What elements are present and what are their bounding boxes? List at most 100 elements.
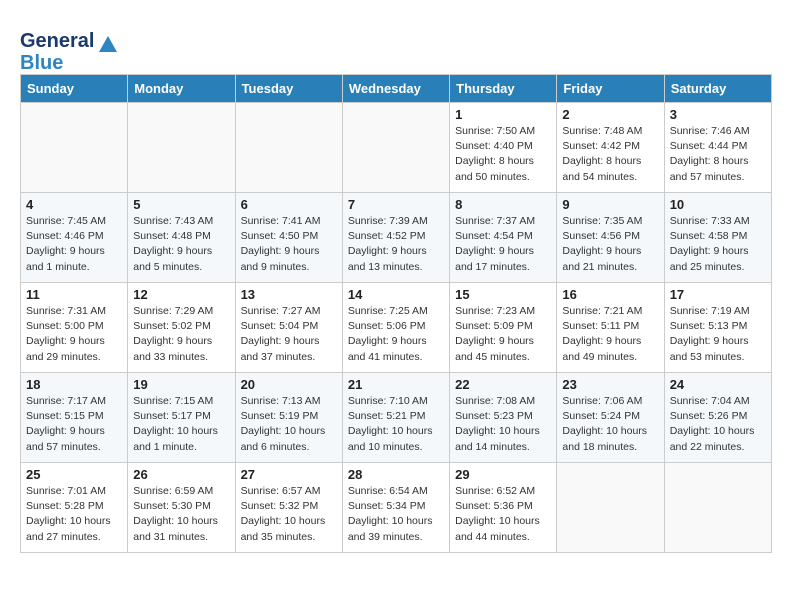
day-number: 25 [26, 467, 122, 482]
day-info: Sunrise: 6:54 AM Sunset: 5:34 PM Dayligh… [348, 484, 444, 545]
day-info: Sunrise: 7:25 AM Sunset: 5:06 PM Dayligh… [348, 304, 444, 365]
day-info: Sunrise: 7:50 AM Sunset: 4:40 PM Dayligh… [455, 124, 551, 185]
calendar-cell: 26 Sunrise: 6:59 AM Sunset: 5:30 PM Dayli… [128, 463, 235, 553]
day-info: Sunrise: 7:33 AM Sunset: 4:58 PM Dayligh… [670, 214, 766, 275]
calendar-cell [235, 103, 342, 193]
day-number: 19 [133, 377, 229, 392]
logo: General Blue [20, 30, 119, 74]
day-number: 26 [133, 467, 229, 482]
calendar-cell: 20 Sunrise: 7:13 AM Sunset: 5:19 PM Dayli… [235, 373, 342, 463]
day-info: Sunrise: 6:57 AM Sunset: 5:32 PM Dayligh… [241, 484, 337, 545]
day-number: 17 [670, 287, 766, 302]
calendar-cell: 19 Sunrise: 7:15 AM Sunset: 5:17 PM Dayli… [128, 373, 235, 463]
calendar-cell [557, 463, 664, 553]
day-info: Sunrise: 6:59 AM Sunset: 5:30 PM Dayligh… [133, 484, 229, 545]
calendar-cell [128, 103, 235, 193]
day-number: 12 [133, 287, 229, 302]
header-sunday: Sunday [21, 75, 128, 103]
calendar-cell: 5 Sunrise: 7:43 AM Sunset: 4:48 PM Daylig… [128, 193, 235, 283]
day-info: Sunrise: 7:06 AM Sunset: 5:24 PM Dayligh… [562, 394, 658, 455]
day-info: Sunrise: 7:35 AM Sunset: 4:56 PM Dayligh… [562, 214, 658, 275]
calendar-cell [21, 103, 128, 193]
logo-icon [97, 34, 119, 61]
day-number: 11 [26, 287, 122, 302]
day-number: 18 [26, 377, 122, 392]
calendar-cell: 24 Sunrise: 7:04 AM Sunset: 5:26 PM Dayli… [664, 373, 771, 463]
calendar-cell: 13 Sunrise: 7:27 AM Sunset: 5:04 PM Dayli… [235, 283, 342, 373]
calendar-cell: 4 Sunrise: 7:45 AM Sunset: 4:46 PM Daylig… [21, 193, 128, 283]
day-number: 29 [455, 467, 551, 482]
day-info: Sunrise: 7:04 AM Sunset: 5:26 PM Dayligh… [670, 394, 766, 455]
calendar-header-row: SundayMondayTuesdayWednesdayThursdayFrid… [21, 75, 772, 103]
calendar-week-row: 11 Sunrise: 7:31 AM Sunset: 5:00 PM Dayli… [21, 283, 772, 373]
calendar-cell: 12 Sunrise: 7:29 AM Sunset: 5:02 PM Dayli… [128, 283, 235, 373]
day-info: Sunrise: 7:39 AM Sunset: 4:52 PM Dayligh… [348, 214, 444, 275]
day-number: 14 [348, 287, 444, 302]
calendar-cell: 14 Sunrise: 7:25 AM Sunset: 5:06 PM Dayli… [342, 283, 449, 373]
day-info: Sunrise: 7:45 AM Sunset: 4:46 PM Dayligh… [26, 214, 122, 275]
calendar-cell: 25 Sunrise: 7:01 AM Sunset: 5:28 PM Dayli… [21, 463, 128, 553]
day-number: 28 [348, 467, 444, 482]
header-saturday: Saturday [664, 75, 771, 103]
day-info: Sunrise: 7:41 AM Sunset: 4:50 PM Dayligh… [241, 214, 337, 275]
calendar-cell: 22 Sunrise: 7:08 AM Sunset: 5:23 PM Dayli… [450, 373, 557, 463]
day-number: 16 [562, 287, 658, 302]
day-info: Sunrise: 7:13 AM Sunset: 5:19 PM Dayligh… [241, 394, 337, 455]
calendar-table: SundayMondayTuesdayWednesdayThursdayFrid… [20, 74, 772, 553]
header-wednesday: Wednesday [342, 75, 449, 103]
calendar-cell: 16Sunrise: 7:21 AM Sunset: 5:11 PM Dayli… [557, 283, 664, 373]
day-number: 23 [562, 377, 658, 392]
day-info: Sunrise: 7:01 AM Sunset: 5:28 PM Dayligh… [26, 484, 122, 545]
page-header: General Blue [20, 26, 772, 74]
calendar-cell: 17Sunrise: 7:19 AM Sunset: 5:13 PM Dayli… [664, 283, 771, 373]
day-number: 5 [133, 197, 229, 212]
day-number: 24 [670, 377, 766, 392]
calendar-cell: 6 Sunrise: 7:41 AM Sunset: 4:50 PM Daylig… [235, 193, 342, 283]
day-number: 13 [241, 287, 337, 302]
day-number: 22 [455, 377, 551, 392]
calendar-week-row: 1Sunrise: 7:50 AM Sunset: 4:40 PM Daylig… [21, 103, 772, 193]
calendar-cell: 7 Sunrise: 7:39 AM Sunset: 4:52 PM Daylig… [342, 193, 449, 283]
day-info: Sunrise: 7:43 AM Sunset: 4:48 PM Dayligh… [133, 214, 229, 275]
day-number: 9 [562, 197, 658, 212]
calendar-cell: 1Sunrise: 7:50 AM Sunset: 4:40 PM Daylig… [450, 103, 557, 193]
calendar-cell: 2 Sunrise: 7:48 AM Sunset: 4:42 PM Daylig… [557, 103, 664, 193]
day-number: 3 [670, 107, 766, 122]
day-info: Sunrise: 7:37 AM Sunset: 4:54 PM Dayligh… [455, 214, 551, 275]
calendar-cell: 9 Sunrise: 7:35 AM Sunset: 4:56 PM Daylig… [557, 193, 664, 283]
day-info: Sunrise: 7:31 AM Sunset: 5:00 PM Dayligh… [26, 304, 122, 365]
day-number: 2 [562, 107, 658, 122]
day-number: 27 [241, 467, 337, 482]
day-info: Sunrise: 7:46 AM Sunset: 4:44 PM Dayligh… [670, 124, 766, 185]
day-info: Sunrise: 7:27 AM Sunset: 5:04 PM Dayligh… [241, 304, 337, 365]
calendar-cell [342, 103, 449, 193]
header-friday: Friday [557, 75, 664, 103]
calendar-cell: 28 Sunrise: 6:54 AM Sunset: 5:34 PM Dayli… [342, 463, 449, 553]
logo-line2: Blue [20, 52, 94, 74]
calendar-cell: 8 Sunrise: 7:37 AM Sunset: 4:54 PM Daylig… [450, 193, 557, 283]
calendar-week-row: 4 Sunrise: 7:45 AM Sunset: 4:46 PM Daylig… [21, 193, 772, 283]
day-number: 4 [26, 197, 122, 212]
day-number: 6 [241, 197, 337, 212]
calendar-cell: 29 Sunrise: 6:52 AM Sunset: 5:36 PM Dayli… [450, 463, 557, 553]
day-info: Sunrise: 7:08 AM Sunset: 5:23 PM Dayligh… [455, 394, 551, 455]
day-info: Sunrise: 7:23 AM Sunset: 5:09 PM Dayligh… [455, 304, 551, 365]
header-monday: Monday [128, 75, 235, 103]
day-number: 20 [241, 377, 337, 392]
day-info: Sunrise: 6:52 AM Sunset: 5:36 PM Dayligh… [455, 484, 551, 545]
day-number: 21 [348, 377, 444, 392]
day-number: 15 [455, 287, 551, 302]
day-info: Sunrise: 7:29 AM Sunset: 5:02 PM Dayligh… [133, 304, 229, 365]
header-thursday: Thursday [450, 75, 557, 103]
day-number: 7 [348, 197, 444, 212]
day-info: Sunrise: 7:48 AM Sunset: 4:42 PM Dayligh… [562, 124, 658, 185]
calendar-cell: 27 Sunrise: 6:57 AM Sunset: 5:32 PM Dayli… [235, 463, 342, 553]
calendar-cell: 15 Sunrise: 7:23 AM Sunset: 5:09 PM Dayli… [450, 283, 557, 373]
day-info: Sunrise: 7:15 AM Sunset: 5:17 PM Dayligh… [133, 394, 229, 455]
calendar-cell: 23 Sunrise: 7:06 AM Sunset: 5:24 PM Dayli… [557, 373, 664, 463]
calendar-week-row: 25 Sunrise: 7:01 AM Sunset: 5:28 PM Dayli… [21, 463, 772, 553]
logo-line1: General [20, 30, 94, 52]
calendar-week-row: 18Sunrise: 7:17 AM Sunset: 5:15 PM Dayli… [21, 373, 772, 463]
day-number: 8 [455, 197, 551, 212]
calendar-cell: 11 Sunrise: 7:31 AM Sunset: 5:00 PM Dayli… [21, 283, 128, 373]
